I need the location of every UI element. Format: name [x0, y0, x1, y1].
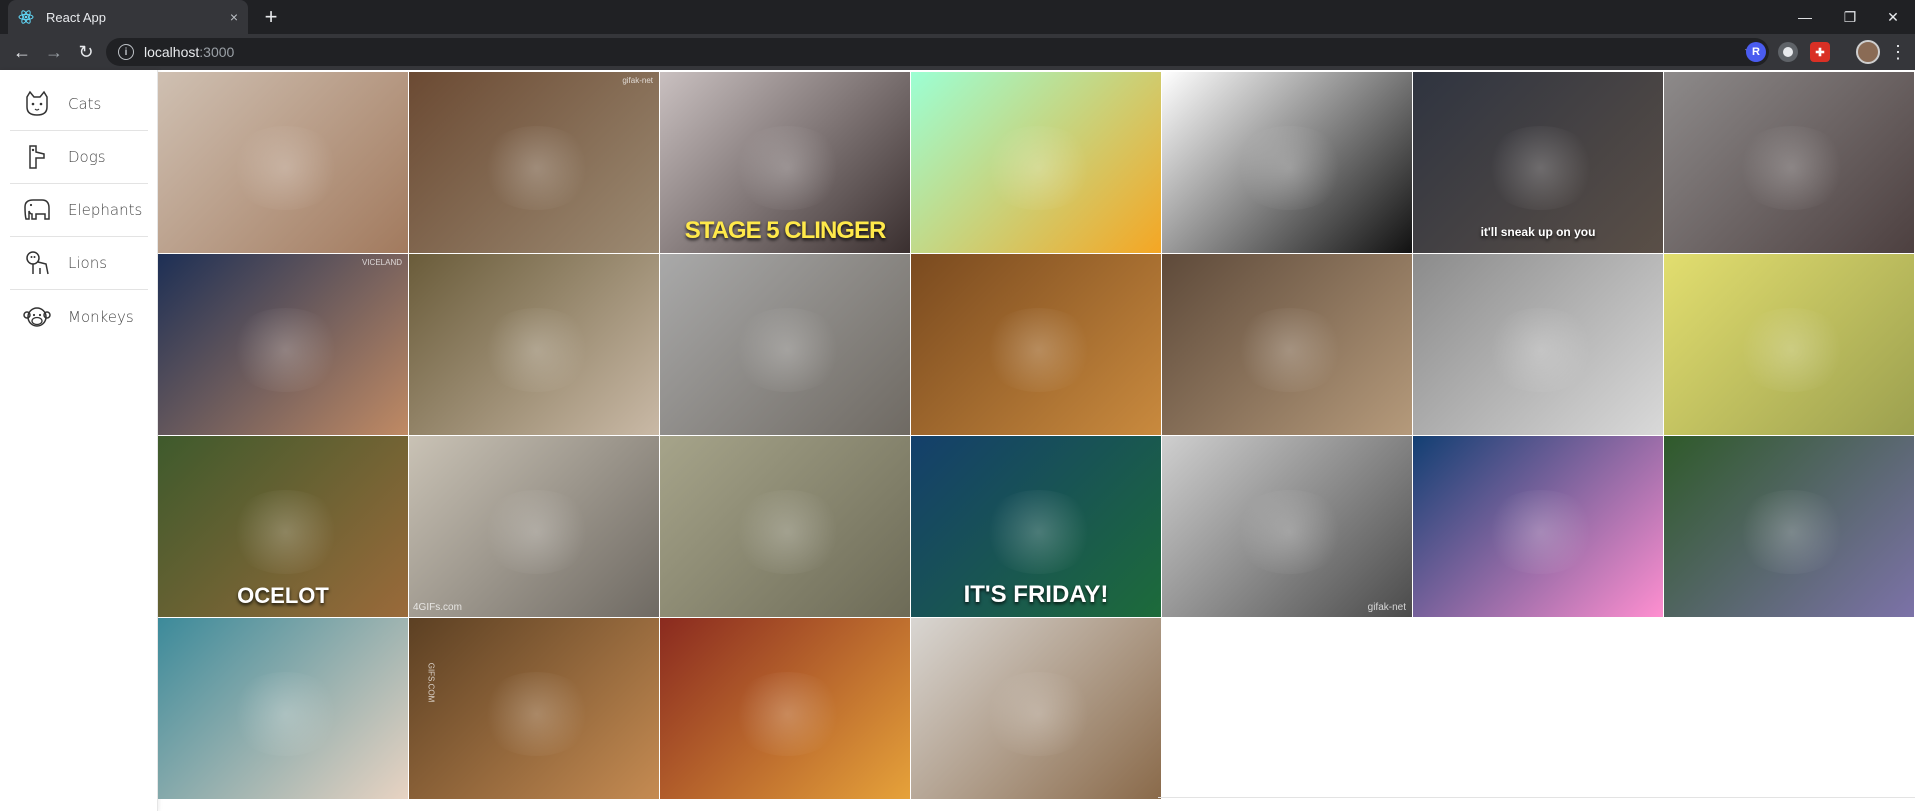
gif-kittens-carpet[interactable]: [409, 254, 659, 435]
browser-toolbar: ← → ↻ i localhost :3000 ☆ R ✚ ⋮: [0, 34, 1915, 70]
gif-subject: [479, 126, 594, 210]
gif-cartoon-tiger-cat[interactable]: [911, 72, 1161, 253]
gif-cat-dog-garden[interactable]: [1664, 72, 1914, 253]
url-port: :3000: [199, 44, 235, 60]
gif-subject: [228, 308, 343, 392]
gif-subject: [1232, 490, 1347, 574]
sidebar-item-label: Lions: [68, 254, 108, 272]
close-tab-icon[interactable]: ×: [230, 9, 238, 25]
back-button[interactable]: ←: [8, 38, 36, 66]
minimize-button[interactable]: —: [1783, 0, 1827, 34]
gif-cat-pillow[interactable]: [1664, 436, 1914, 617]
gif-subject: [479, 490, 594, 574]
sidebar-item-label: Monkeys: [68, 307, 134, 326]
gif-bengal-cats[interactable]: [1162, 254, 1412, 435]
sidebar-item-dogs[interactable]: Dogs: [10, 131, 148, 184]
gif-tiger-cub[interactable]: [911, 618, 1161, 799]
gif-caption: OCELOT: [237, 583, 329, 608]
gif-subject: [981, 672, 1096, 756]
gif-subject: [228, 490, 343, 574]
gif-subject: [730, 672, 845, 756]
gif-subject: [730, 490, 845, 574]
gif-gallery: gifak-net STAGE 5 CLINGER it'll sneak up o…: [158, 72, 1915, 799]
gif-watermark: gifak-net: [622, 76, 653, 85]
gif-subject: [479, 308, 594, 392]
sidebar-item-label: Cats: [68, 95, 102, 113]
gif-caption: it'll sneak up on you: [1480, 225, 1596, 239]
gif-kit-cat-clock[interactable]: [1162, 72, 1412, 253]
gif-watermark: 4GIFs.com: [413, 602, 462, 613]
gif-subject: [1734, 308, 1849, 392]
gif-ocelot[interactable]: OCELOT: [158, 436, 408, 617]
gif-subject: [730, 126, 845, 210]
gif-kitten-syringe[interactable]: VICELAND: [158, 254, 408, 435]
gif-subject: [228, 672, 343, 756]
gif-subject: [228, 126, 343, 210]
gif-cats-cuddling[interactable]: gifak-net: [1162, 436, 1412, 617]
gif-caption: STAGE 5 CLINGER: [684, 217, 887, 244]
gif-singer-kitten[interactable]: [158, 618, 408, 799]
sidebar-item-label: Dogs: [68, 148, 106, 166]
browser-menu-icon[interactable]: ⋮: [1884, 38, 1912, 66]
gif-cat-flat[interactable]: [660, 436, 910, 617]
sidebar: Cats Dogs Elephants Lions Monkeys: [0, 70, 158, 811]
gif-subject: [730, 308, 845, 392]
extension-puzzle-icon[interactable]: ✚: [1810, 42, 1830, 62]
gif-stage-5-clinger[interactable]: STAGE 5 CLINGER: [660, 72, 910, 253]
gif-subject: [1483, 126, 1598, 210]
gif-subject: [1232, 308, 1347, 392]
elephant-icon: [24, 199, 50, 220]
gif-subject: [981, 308, 1096, 392]
address-bar[interactable]: i localhost :3000 ☆: [106, 38, 1769, 66]
sidebar-item-label: Elephants: [68, 201, 143, 219]
gif-watermark: gifak-net: [1367, 602, 1406, 613]
gif-subject: [479, 672, 594, 756]
dog-icon: [29, 145, 45, 169]
close-window-button[interactable]: ✕: [1871, 0, 1915, 34]
gif-cat-towel-massage[interactable]: [1664, 254, 1914, 435]
sidebar-item-cats[interactable]: Cats: [10, 78, 148, 131]
gif-cat-shower[interactable]: [158, 72, 408, 253]
sidebar-item-elephants[interactable]: Elephants: [10, 184, 148, 237]
gif-cat-sneak[interactable]: it'll sneak up on you: [1413, 72, 1663, 253]
gif-orange-cat-rolling[interactable]: [911, 254, 1161, 435]
gif-cats-wrestling[interactable]: gifak-net: [409, 72, 659, 253]
gif-subject: [1734, 126, 1849, 210]
browser-titlebar: React App × + — ❐ ✕: [0, 0, 1915, 34]
reload-button[interactable]: ↻: [72, 38, 100, 66]
gif-cat-faucet[interactable]: [1413, 254, 1663, 435]
gif-cats-sleeping[interactable]: GIFS.COM: [409, 618, 659, 799]
gif-subject: [1483, 490, 1598, 574]
browser-tab[interactable]: React App ×: [8, 0, 248, 34]
react-logo-icon: [18, 9, 34, 25]
gif-kittens-hug[interactable]: 4GIFs.com: [409, 436, 659, 617]
extension-circle-icon[interactable]: [1778, 42, 1798, 62]
new-tab-button[interactable]: +: [258, 4, 284, 30]
restore-button[interactable]: ❐: [1828, 0, 1872, 34]
gif-flying-cat[interactable]: [660, 254, 910, 435]
site-info-icon[interactable]: i: [118, 44, 134, 60]
sidebar-item-lions[interactable]: Lions: [10, 237, 148, 290]
gif-subject: [1232, 126, 1347, 210]
gif-watermark: VICELAND: [361, 258, 402, 267]
tab-title: React App: [46, 9, 106, 25]
gif-subject: [981, 490, 1096, 574]
gif-subject: [1483, 308, 1598, 392]
profile-avatar[interactable]: [1856, 40, 1880, 64]
gif-caption: IT'S FRIDAY!: [963, 581, 1109, 608]
gif-subject: [1734, 490, 1849, 574]
cat-icon: [26, 90, 48, 116]
gif-cartoon-cat-chair[interactable]: [660, 618, 910, 799]
url-host: localhost: [144, 44, 200, 60]
divider: [1158, 797, 1915, 798]
lion-icon: [26, 251, 49, 275]
gif-its-friday[interactable]: IT'S FRIDAY!: [911, 436, 1161, 617]
gif-watermark: GIFS.COM: [426, 662, 436, 703]
gif-subject: [981, 126, 1096, 210]
monkey-icon: [23, 306, 51, 327]
extension-shield-icon[interactable]: R: [1746, 42, 1766, 62]
forward-button[interactable]: →: [40, 38, 68, 66]
gif-nyan-cat[interactable]: [1413, 436, 1663, 617]
sidebar-item-monkeys[interactable]: Monkeys: [10, 290, 148, 343]
